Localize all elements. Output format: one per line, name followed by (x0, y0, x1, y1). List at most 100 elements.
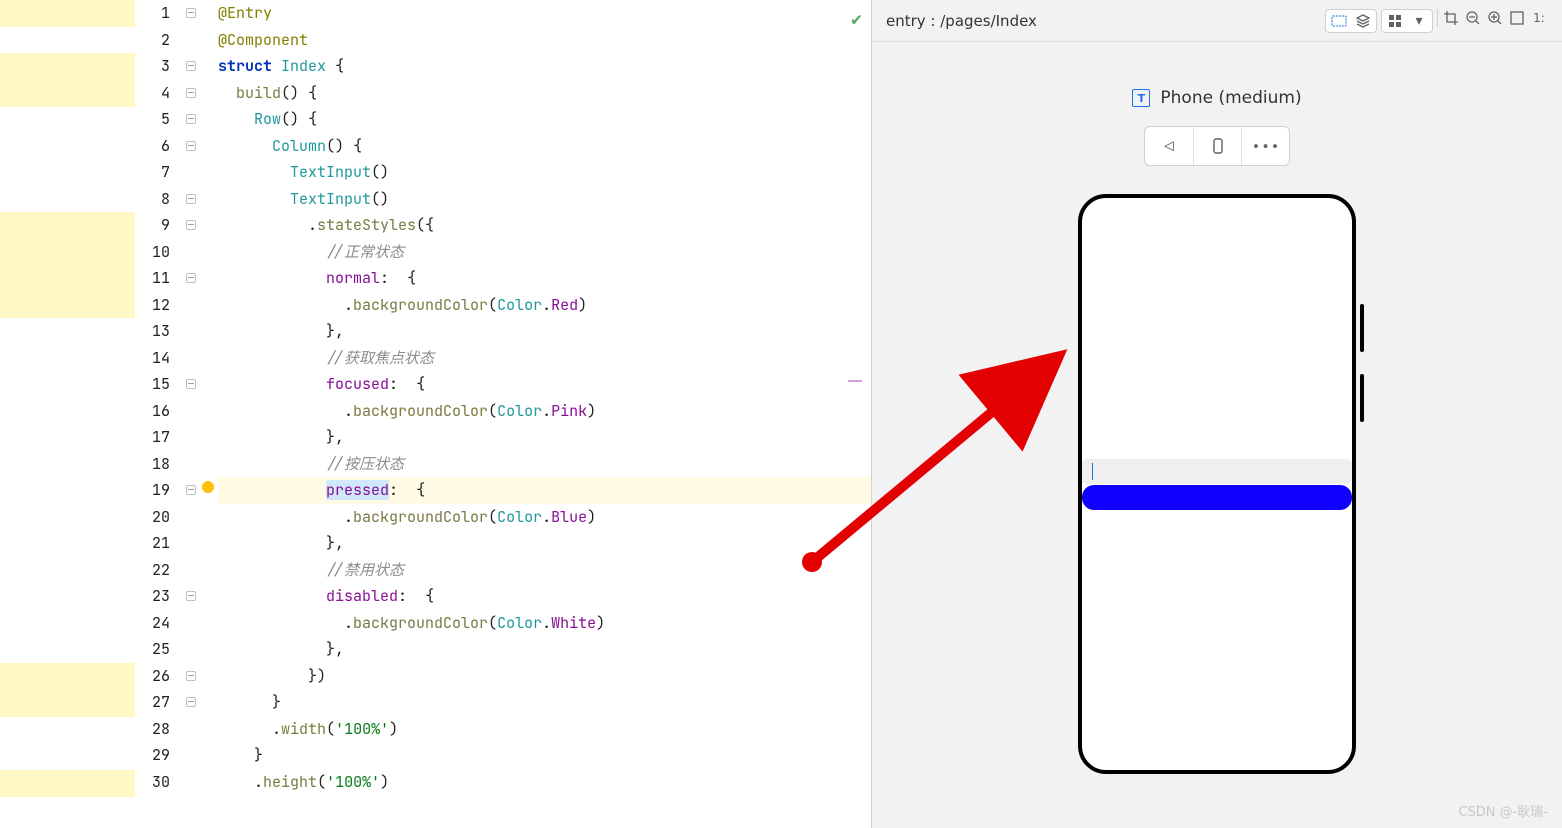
analysis-ok-icon[interactable]: ✔ (851, 8, 862, 31)
code-line[interactable]: .stateStyles({ (218, 212, 872, 239)
code-line[interactable]: @Entry (218, 0, 872, 27)
token (272, 56, 281, 76)
chevron-down-icon[interactable]: ▾ (1410, 12, 1428, 30)
code-line[interactable]: }) (218, 663, 872, 690)
code-line[interactable]: TextInput() (218, 159, 872, 186)
line-number[interactable]: 19 (135, 477, 170, 504)
token: height (263, 772, 317, 792)
code-line[interactable]: disabled: { (218, 583, 872, 610)
fold-icon[interactable] (186, 61, 196, 71)
code-line[interactable]: } (218, 689, 872, 716)
line-number[interactable]: 18 (135, 451, 170, 478)
token: width (281, 719, 326, 739)
fold-icon[interactable] (186, 88, 196, 98)
code-line[interactable]: .backgroundColor(Color.Pink) (218, 398, 872, 425)
line-number[interactable]: 26 (135, 663, 170, 690)
code-line[interactable]: .backgroundColor(Color.Red) (218, 292, 872, 319)
lightbulb-icon[interactable] (202, 481, 214, 493)
line-number[interactable]: 9 (135, 212, 170, 239)
gutter-cell (180, 186, 218, 213)
line-number[interactable]: 1 (135, 0, 170, 27)
code-line[interactable]: //获取焦点状态 (218, 345, 872, 372)
line-number[interactable]: 16 (135, 398, 170, 425)
line-number[interactable]: 6 (135, 133, 170, 160)
fold-icon[interactable] (186, 114, 196, 124)
preview-textinput-2[interactable] (1082, 485, 1352, 510)
code-line[interactable]: Row() { (218, 106, 872, 133)
token: Color (497, 295, 542, 315)
one-to-one-icon[interactable]: 1: (1530, 9, 1548, 27)
preview-textinput-1[interactable] (1082, 459, 1352, 484)
rotate-button[interactable] (1193, 127, 1241, 165)
fold-icon[interactable] (186, 194, 196, 204)
code-line[interactable]: .backgroundColor(Color.Blue) (218, 504, 872, 531)
code-line[interactable]: } (218, 742, 872, 769)
code-area[interactable]: ✔ @Entry@Componentstruct Index { build()… (218, 0, 872, 828)
zoom-out-icon[interactable] (1464, 9, 1482, 27)
line-number[interactable]: 20 (135, 504, 170, 531)
line-number[interactable]: 13 (135, 318, 170, 345)
fit-icon[interactable] (1508, 9, 1526, 27)
line-number[interactable]: 7 (135, 159, 170, 186)
code-line[interactable]: }, (218, 636, 872, 663)
fold-icon[interactable] (186, 671, 196, 681)
code-line[interactable]: normal: { (218, 265, 872, 292)
line-number[interactable]: 27 (135, 689, 170, 716)
code-line[interactable]: }, (218, 318, 872, 345)
device-label: T Phone (medium) (1132, 88, 1301, 108)
code-line[interactable]: TextInput() (218, 186, 872, 213)
back-button[interactable]: ◁ (1145, 127, 1193, 165)
line-number[interactable]: 30 (135, 769, 170, 796)
gutter-cell (180, 318, 218, 345)
line-number[interactable]: 11 (135, 265, 170, 292)
code-line[interactable]: Column() { (218, 133, 872, 160)
code-line[interactable]: .width('100%') (218, 716, 872, 743)
line-number[interactable]: 4 (135, 80, 170, 107)
line-number[interactable]: 8 (135, 186, 170, 213)
fold-icon[interactable] (186, 485, 196, 495)
code-line[interactable]: //正常状态 (218, 239, 872, 266)
fold-icon[interactable] (186, 220, 196, 230)
line-number[interactable]: 2 (135, 27, 170, 54)
line-number[interactable]: 15 (135, 371, 170, 398)
code-line[interactable]: build() { (218, 80, 872, 107)
crop-icon[interactable] (1442, 9, 1460, 27)
code-line[interactable]: }, (218, 530, 872, 557)
line-number[interactable]: 24 (135, 610, 170, 637)
fold-icon[interactable] (186, 273, 196, 283)
layers-icon[interactable] (1354, 12, 1372, 30)
code-line[interactable]: focused: { (218, 371, 872, 398)
code-line[interactable]: }, (218, 424, 872, 451)
fold-icon[interactable] (186, 591, 196, 601)
code-line[interactable]: struct Index { (218, 53, 872, 80)
token: White (551, 613, 596, 633)
fold-icon[interactable] (186, 8, 196, 18)
fold-icon[interactable] (186, 697, 196, 707)
code-line[interactable]: //按压状态 (218, 451, 872, 478)
code-line[interactable]: .height('100%') (218, 769, 872, 796)
grid-icon[interactable] (1386, 12, 1404, 30)
line-number[interactable]: 28 (135, 716, 170, 743)
more-button[interactable]: ••• (1241, 127, 1289, 165)
line-number[interactable]: 29 (135, 742, 170, 769)
fold-icon[interactable] (186, 141, 196, 151)
line-number[interactable]: 3 (135, 53, 170, 80)
fold-icon[interactable] (186, 379, 196, 389)
line-number[interactable]: 22 (135, 557, 170, 584)
line-number[interactable]: 25 (135, 636, 170, 663)
line-number[interactable]: 5 (135, 106, 170, 133)
line-number[interactable]: 14 (135, 345, 170, 372)
line-number[interactable]: 23 (135, 583, 170, 610)
inspect-icon[interactable] (1330, 12, 1348, 30)
line-number[interactable]: 21 (135, 530, 170, 557)
gutter-cell (180, 530, 218, 557)
line-number[interactable]: 12 (135, 292, 170, 319)
code-line[interactable]: .backgroundColor(Color.White) (218, 610, 872, 637)
line-number[interactable]: 10 (135, 239, 170, 266)
code-line[interactable]: pressed: { (218, 477, 872, 504)
code-line[interactable]: @Component (218, 27, 872, 54)
token: }) (308, 666, 326, 686)
code-line[interactable]: //禁用状态 (218, 557, 872, 584)
zoom-in-icon[interactable] (1486, 9, 1504, 27)
line-number[interactable]: 17 (135, 424, 170, 451)
